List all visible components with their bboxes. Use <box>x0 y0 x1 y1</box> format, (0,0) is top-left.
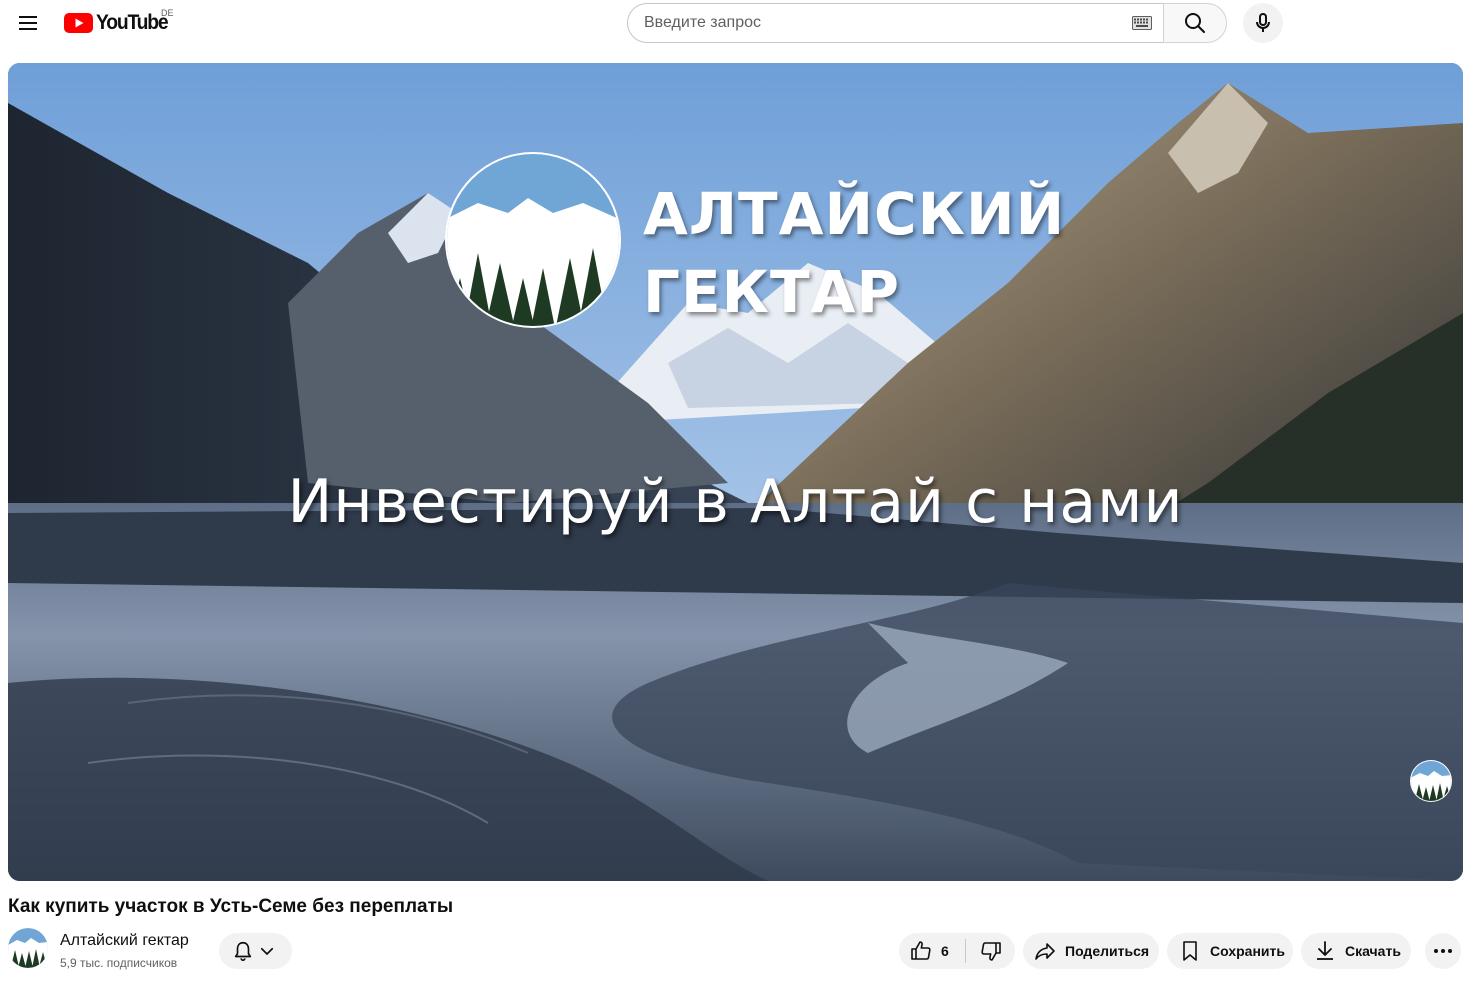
dislike-icon <box>980 942 1001 961</box>
download-label: Скачать <box>1345 943 1401 959</box>
search-box[interactable] <box>627 3 1164 43</box>
like-dislike-group: 6 <box>899 933 1015 969</box>
like-count: 6 <box>941 943 949 959</box>
menu-icon <box>19 16 37 30</box>
microphone-icon <box>1256 13 1270 32</box>
masthead: YouTube DE <box>0 0 1474 46</box>
brand-name-overlay: АЛТАЙСКИЙ ГЕКТАР <box>643 175 1065 331</box>
chevron-down-icon <box>260 947 274 955</box>
more-actions-button[interactable] <box>1425 933 1461 969</box>
guide-menu-button[interactable] <box>8 3 48 43</box>
channel-avatar-icon <box>8 928 48 968</box>
download-icon <box>1317 941 1333 960</box>
save-label: Сохранить <box>1210 943 1285 959</box>
logo-text: YouTube <box>96 11 169 34</box>
save-button[interactable]: Сохранить <box>1167 933 1293 969</box>
channel-watermark-icon[interactable] <box>1410 760 1452 802</box>
save-icon <box>1183 941 1197 961</box>
like-button[interactable]: 6 <box>899 933 965 969</box>
share-label: Поделиться <box>1065 943 1150 959</box>
download-button[interactable]: Скачать <box>1301 933 1411 969</box>
share-button[interactable]: Поделиться <box>1023 933 1159 969</box>
search-icon <box>1185 13 1205 33</box>
dislike-button[interactable] <box>966 933 1015 969</box>
country-code: DE <box>161 8 174 18</box>
bell-icon <box>234 941 252 961</box>
keyboard-icon[interactable] <box>1132 16 1152 30</box>
voice-search-button[interactable] <box>1243 3 1283 43</box>
search-input[interactable] <box>644 14 1104 32</box>
video-title: Как купить участок в Усть-Семе без переп… <box>8 896 454 917</box>
slogan-overlay: Инвестируй в Алтай с нами <box>287 467 1184 537</box>
search-button[interactable] <box>1163 3 1227 43</box>
like-icon <box>911 941 931 960</box>
subscriber-count: 5,9 тыс. подписчиков <box>60 956 178 970</box>
notification-subscription-button[interactable] <box>219 933 292 969</box>
channel-avatar[interactable] <box>8 928 48 968</box>
share-icon <box>1035 943 1055 960</box>
youtube-logo-icon <box>64 13 93 33</box>
brand-line-1: АЛТАЙСКИЙ <box>643 180 1066 248</box>
brand-line-2: ГЕКТАР <box>643 258 900 326</box>
youtube-logo[interactable]: YouTube <box>64 10 174 36</box>
video-owner: Алтайский гектар 5,9 тыс. подписчиков <box>8 928 308 972</box>
more-icon <box>1434 949 1452 953</box>
channel-name[interactable]: Алтайский гектар <box>60 932 189 950</box>
video-player[interactable]: АЛТАЙСКИЙ ГЕКТАР Инвестируй в Алтай с на… <box>8 63 1463 881</box>
